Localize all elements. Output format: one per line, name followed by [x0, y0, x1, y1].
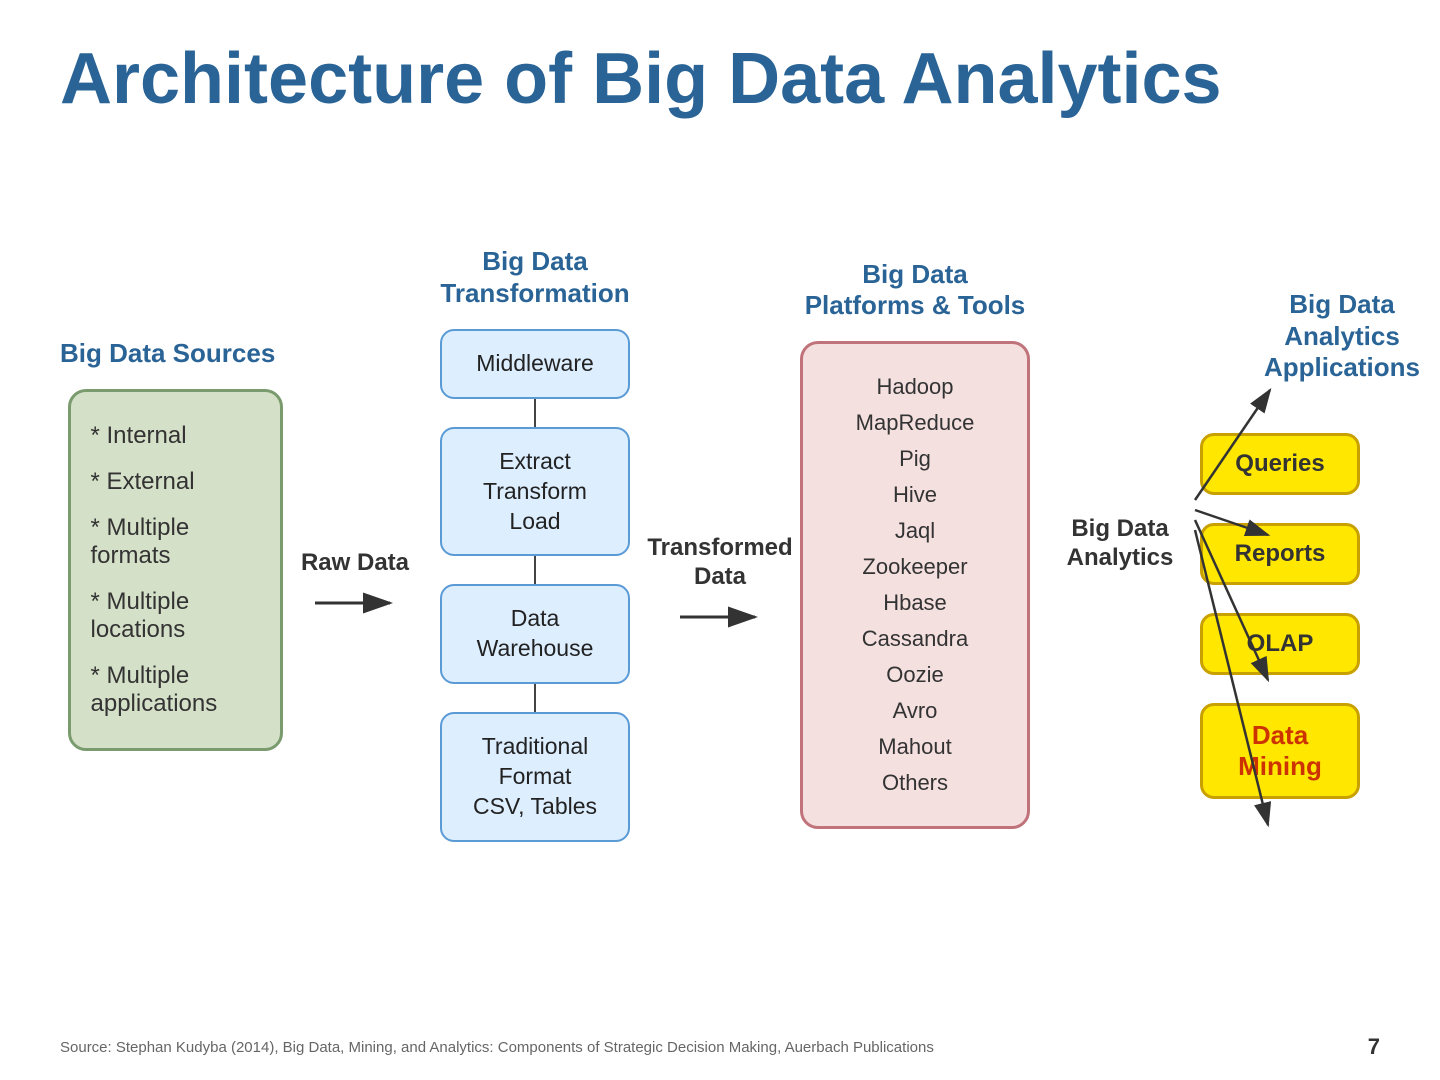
sources-column: Big Data Sources * Internal * External *…	[60, 338, 290, 751]
diagram: Big Data Sources * Internal * External *…	[60, 169, 1380, 919]
platforms-header: Big DataPlatforms & Tools	[805, 259, 1026, 321]
slide-footer: Source: Stephan Kudyba (2014), Big Data,…	[60, 1034, 1380, 1060]
data-mining-box: DataMining	[1200, 703, 1360, 799]
platform-avro: Avro	[823, 698, 1007, 724]
data-warehouse-box: DataWarehouse	[440, 584, 630, 684]
raw-data-area: Raw Data	[290, 169, 420, 919]
transformed-data-area: TransformedData	[650, 169, 790, 919]
olap-box: OLAP	[1200, 613, 1360, 675]
transformation-column: Big DataTransformation Middleware Extrac…	[420, 246, 650, 841]
transformed-data-label: TransformedData	[647, 534, 792, 592]
transformation-header: Big DataTransformation	[440, 246, 629, 308]
transformed-data-arrow	[675, 600, 765, 634]
platform-hive: Hive	[823, 482, 1007, 508]
connector-3	[534, 684, 536, 712]
platform-hadoop: Hadoop	[823, 374, 1007, 400]
source-item-external: * External	[91, 468, 260, 496]
platform-pig: Pig	[823, 446, 1007, 472]
slide-title: Architecture of Big Data Analytics	[60, 40, 1380, 119]
source-item-internal: * Internal	[91, 422, 260, 450]
platform-jaql: Jaql	[823, 518, 1007, 544]
traditional-format-box: TraditionalFormatCSV, Tables	[440, 712, 630, 842]
sources-box: * Internal * External * Multiple formats…	[68, 389, 283, 751]
raw-data-arrow	[310, 586, 400, 620]
reports-box: Reports	[1200, 523, 1360, 585]
platform-cassandra: Cassandra	[823, 626, 1007, 652]
page-number: 7	[1368, 1034, 1380, 1060]
analytics-area: Big DataAnalytics	[1040, 169, 1200, 919]
raw-data-label: Raw Data	[301, 549, 409, 578]
slide: Architecture of Big Data Analytics Big D…	[0, 0, 1440, 1080]
connector-2	[534, 556, 536, 584]
connector-1	[534, 399, 536, 427]
platform-oozie: Oozie	[823, 662, 1007, 688]
transformation-boxes: Middleware ExtractTransformLoad DataWare…	[440, 329, 630, 842]
applications-column: Big DataAnalyticsApplications Queries Re…	[1200, 289, 1420, 799]
sources-header: Big Data Sources	[60, 338, 275, 369]
platform-others: Others	[823, 770, 1007, 796]
source-item-locations: * Multiple locations	[91, 588, 260, 644]
application-boxes: Queries Reports OLAP DataMining	[1200, 403, 1360, 799]
platforms-box: Hadoop MapReduce Pig Hive Jaql Zookeeper…	[800, 341, 1030, 829]
middleware-box: Middleware	[440, 329, 630, 399]
source-item-formats: * Multiple formats	[91, 514, 260, 570]
analytics-label: Big DataAnalytics	[1067, 515, 1174, 573]
queries-box: Queries	[1200, 433, 1360, 495]
etl-box: ExtractTransformLoad	[440, 427, 630, 557]
source-item-applications: * Multiple applications	[91, 662, 260, 718]
applications-header: Big DataAnalyticsApplications	[1264, 289, 1420, 383]
platform-hbase: Hbase	[823, 590, 1007, 616]
platform-zookeeper: Zookeeper	[823, 554, 1007, 580]
citation-text: Source: Stephan Kudyba (2014), Big Data,…	[60, 1039, 934, 1056]
platform-mahout: Mahout	[823, 734, 1007, 760]
platforms-column: Big DataPlatforms & Tools Hadoop MapRedu…	[790, 259, 1040, 829]
platform-mapreduce: MapReduce	[823, 410, 1007, 436]
